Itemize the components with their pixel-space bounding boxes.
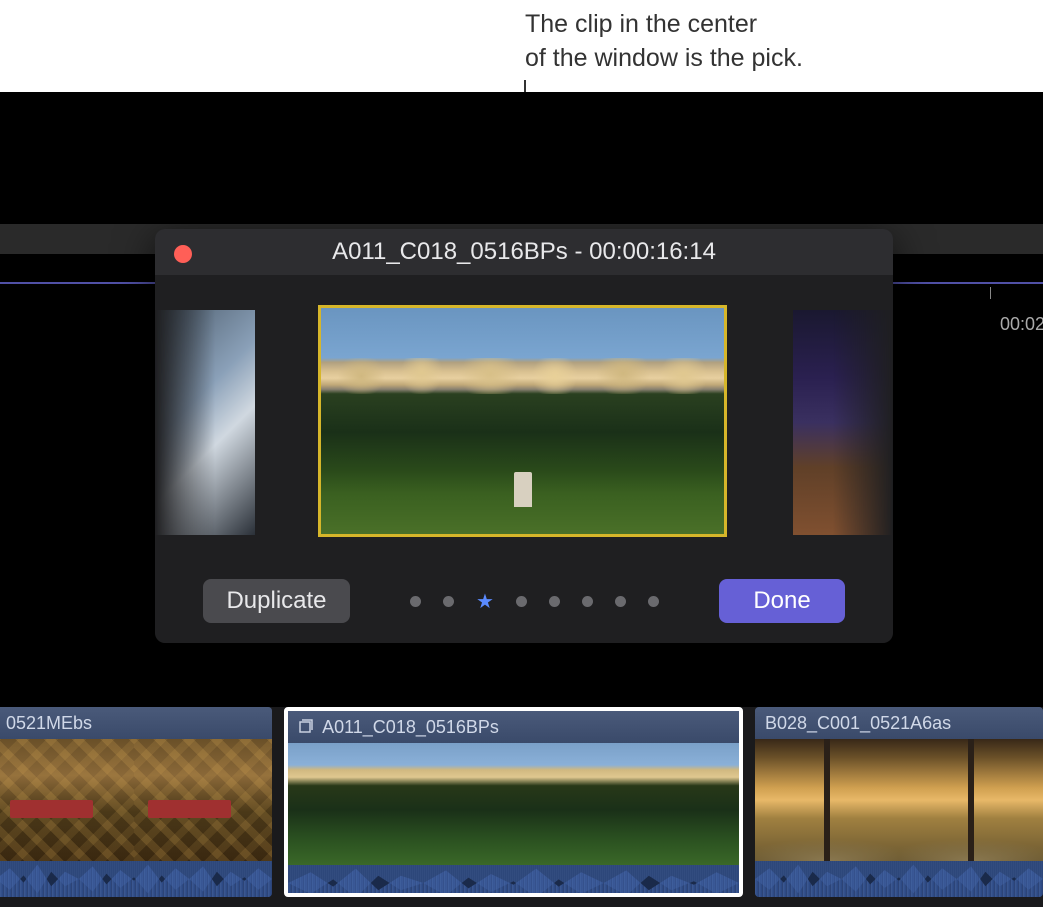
timeline-browser: 0521MEbs A011_C018_0516BPs B028_C001_052… (0, 707, 1043, 907)
ruler-time-label: 00:02 (1000, 314, 1043, 335)
popup-titlebar[interactable]: A011_C018_0516BPs - 00:00:16:14 (155, 229, 893, 275)
clip-thumbnail (288, 743, 739, 865)
clip-header: A011_C018_0516BPs (288, 711, 739, 743)
clip-waveform (288, 865, 739, 897)
page-dot[interactable] (615, 596, 626, 607)
clip-header: 0521MEbs (0, 707, 272, 739)
clip-thumbnail (0, 739, 272, 861)
clip-name-label: 0521MEbs (6, 713, 92, 734)
popup-controls: Duplicate ★ Done (155, 579, 893, 623)
page-dot[interactable] (516, 596, 527, 607)
clip-name-label: A011_C018_0516BPs (322, 717, 499, 738)
annotation-callout: The clip in the center of the window is … (525, 8, 803, 76)
clip-name-label: B028_C001_0521A6as (765, 713, 951, 734)
page-dot-star-icon[interactable]: ★ (476, 589, 494, 614)
pick-preview-image (321, 308, 724, 534)
timeline-clip[interactable]: B028_C001_0521A6as (755, 707, 1043, 897)
filmstrip-area (155, 275, 893, 575)
clip-waveform (0, 861, 272, 897)
page-dots: ★ (350, 589, 719, 614)
audition-popup: A011_C018_0516BPs - 00:00:16:14 Duplicat… (155, 229, 893, 643)
page-dot[interactable] (549, 596, 560, 607)
filmstrip-pick-thumb[interactable] (318, 305, 727, 537)
filmstrip-prev-thumb[interactable] (155, 310, 255, 535)
ruler-tick (990, 287, 991, 299)
duplicate-button[interactable]: Duplicate (203, 579, 350, 623)
app-background: 00:02 A011_C018_0516BPs - 00:00:16:14 Du… (0, 92, 1043, 812)
clip-header: B028_C001_0521A6as (755, 707, 1043, 739)
page-dot[interactable] (443, 596, 454, 607)
annotation-line-1: The clip in the center (525, 8, 803, 42)
clip-thumbnail (755, 739, 1043, 861)
timeline-clip-selected[interactable]: A011_C018_0516BPs (284, 707, 743, 897)
page-dot[interactable] (410, 596, 421, 607)
audition-icon (298, 719, 314, 735)
popup-title: A011_C018_0516BPs - 00:00:16:14 (155, 238, 893, 266)
close-button[interactable] (174, 245, 192, 263)
filmstrip-next-thumb[interactable] (793, 310, 893, 535)
annotation-line-2: of the window is the pick. (525, 42, 803, 76)
done-button[interactable]: Done (719, 579, 845, 623)
timeline-clip[interactable]: 0521MEbs (0, 707, 272, 897)
page-dot[interactable] (648, 596, 659, 607)
page-dot[interactable] (582, 596, 593, 607)
clip-waveform (755, 861, 1043, 897)
